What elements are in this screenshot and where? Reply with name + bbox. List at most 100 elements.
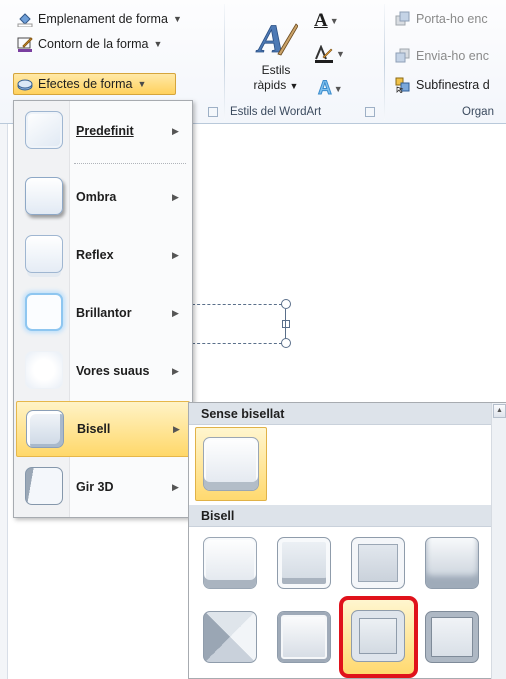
- bevel-option-slope[interactable]: [419, 605, 483, 667]
- selection-pane-button[interactable]: Subfinestra d: [392, 74, 493, 96]
- chevron-right-icon: ▶: [172, 249, 179, 260]
- selection-pane-label: Subfinestra d: [416, 78, 490, 92]
- chevron-down-icon: ▼: [333, 84, 343, 94]
- shape-outline-button[interactable]: Contorn de la forma ▼: [14, 33, 165, 55]
- preset-effect-icon: [25, 111, 63, 149]
- chevron-right-icon: ▶: [172, 481, 179, 492]
- send-backward-icon: [395, 48, 411, 64]
- chevron-down-icon: ▼: [137, 79, 147, 89]
- shape-effects-menu: Predefinit ▶ Ombra ▶ Reflex ▶ Brillantor…: [13, 100, 193, 518]
- menu-item-soft-edges[interactable]: Vores suaus ▶: [16, 343, 190, 399]
- bevel-header: Bisell: [189, 505, 491, 527]
- chevron-right-icon: ▶: [172, 191, 179, 202]
- menu-item-bevel[interactable]: Bisell ▶: [16, 401, 190, 457]
- shape-fill-button[interactable]: Emplenament de forma ▼: [14, 8, 185, 30]
- menu-item-3d-rotation[interactable]: Gir 3D ▶: [16, 459, 190, 515]
- left-margin-strip: [0, 124, 8, 679]
- quick-styles-icon: A: [254, 14, 299, 61]
- bevel-option-angle[interactable]: [197, 605, 261, 667]
- shape-fill-label: Emplenament de forma: [38, 12, 168, 26]
- 3d-rotation-effect-icon: [25, 467, 63, 505]
- bevel-option-soft-round[interactable]: [271, 605, 335, 667]
- shadow-effect-icon: [25, 177, 63, 215]
- resize-handle[interactable]: [282, 320, 290, 328]
- bevel-cross-icon: [351, 537, 405, 589]
- quick-styles-label-2: ràpids ▼: [248, 78, 304, 94]
- menu-item-glow[interactable]: Brillantor ▶: [16, 285, 190, 341]
- chevron-right-icon: ▶: [172, 125, 179, 136]
- menu-item-label: Ombra: [76, 190, 117, 204]
- wordart-group-label: Estils del WordArt: [230, 106, 322, 118]
- bevel-slope-icon: [425, 611, 479, 663]
- gallery-scrollbar[interactable]: ▲: [491, 403, 506, 679]
- shape-outline-label: Contorn de la forma: [38, 37, 149, 51]
- bring-forward-label: Porta-ho enc: [416, 12, 488, 26]
- chevron-down-icon: ▼: [289, 81, 299, 91]
- arrange-group-label: Organ: [462, 106, 494, 118]
- shape-styles-launcher-icon[interactable]: [208, 107, 218, 117]
- shape-effects-label: Efectes de forma: [38, 77, 133, 91]
- bring-forward-icon: [395, 11, 411, 27]
- bevel-none-icon: [203, 437, 259, 491]
- bevel-gallery: Sense bisellat Bisell ▲: [188, 402, 506, 679]
- bring-forward-button[interactable]: Porta-ho enc: [392, 8, 491, 30]
- send-backward-button[interactable]: Envia-ho enc: [392, 45, 492, 67]
- text-outline-icon: [314, 44, 334, 63]
- text-fill-icon: A: [314, 10, 328, 31]
- text-effects-button[interactable]: A ▼: [318, 78, 343, 100]
- group-separator: [384, 4, 385, 120]
- resize-handle[interactable]: [281, 299, 291, 309]
- shape-effects-button[interactable]: Efectes de forma ▼: [13, 73, 176, 95]
- bevel-relaxed-inset-icon: [277, 537, 331, 589]
- bevel-option-cross[interactable]: [345, 531, 409, 593]
- chevron-down-icon: ▼: [336, 49, 345, 59]
- bevel-angle-icon: [203, 611, 257, 663]
- menu-item-label: Bisell: [77, 422, 111, 436]
- resize-handle[interactable]: [281, 338, 291, 348]
- chevron-right-icon: ▶: [172, 307, 179, 318]
- bevel-option-circle[interactable]: [197, 531, 261, 593]
- bevel-effect-icon: [26, 410, 64, 448]
- shape-selection-border: [192, 304, 282, 305]
- text-effects-icon: A: [318, 78, 333, 100]
- glow-effect-icon: [25, 293, 63, 331]
- quick-styles-label-2-text: ràpids: [253, 78, 287, 92]
- menu-item-preset[interactable]: Predefinit ▶: [16, 103, 190, 159]
- paint-bucket-icon: [17, 11, 33, 28]
- shape-selection-border: [192, 343, 282, 344]
- no-bevel-header: Sense bisellat: [189, 403, 491, 425]
- chevron-down-icon: ▼: [172, 14, 182, 24]
- menu-item-label: Gir 3D: [76, 480, 114, 494]
- menu-item-label: Predefinit: [76, 124, 134, 138]
- chevron-right-icon: ▶: [172, 365, 179, 376]
- pen-outline-icon: [17, 36, 33, 52]
- menu-item-label: Vores suaus: [76, 364, 150, 378]
- wordart-launcher-icon[interactable]: [365, 107, 375, 117]
- quick-styles-label-1: Estils: [261, 63, 291, 77]
- menu-divider: [74, 163, 186, 164]
- bevel-option-relaxed-inset[interactable]: [271, 531, 335, 593]
- handle-connector: [285, 309, 286, 339]
- highlight-annotation-ring: [339, 596, 418, 678]
- text-fill-button[interactable]: A ▼: [314, 10, 339, 32]
- quick-styles-button[interactable]: Estils ràpids ▼: [248, 63, 304, 94]
- chevron-down-icon: ▼: [153, 39, 163, 49]
- menu-item-label: Brillantor: [76, 306, 132, 320]
- scroll-up-icon[interactable]: ▲: [493, 404, 506, 418]
- bevel-soft-round-icon: [277, 611, 331, 663]
- selection-pane-icon: [395, 77, 411, 94]
- bevel-circle-icon: [203, 537, 257, 589]
- bevel-cool-slant-icon: [425, 537, 479, 589]
- shape-effects-icon: [17, 76, 33, 92]
- soft-edges-effect-icon: [25, 351, 63, 389]
- chevron-down-icon: ▼: [329, 16, 339, 26]
- menu-item-reflection[interactable]: Reflex ▶: [16, 227, 190, 283]
- group-separator: [224, 4, 225, 120]
- bevel-option-cool-slant[interactable]: [419, 531, 483, 593]
- menu-item-label: Reflex: [76, 248, 114, 262]
- text-outline-button[interactable]: ▼: [314, 44, 345, 63]
- reflection-effect-icon: [25, 235, 63, 273]
- send-backward-label: Envia-ho enc: [416, 49, 489, 63]
- bevel-option-none[interactable]: [195, 427, 267, 501]
- menu-item-shadow[interactable]: Ombra ▶: [16, 169, 190, 225]
